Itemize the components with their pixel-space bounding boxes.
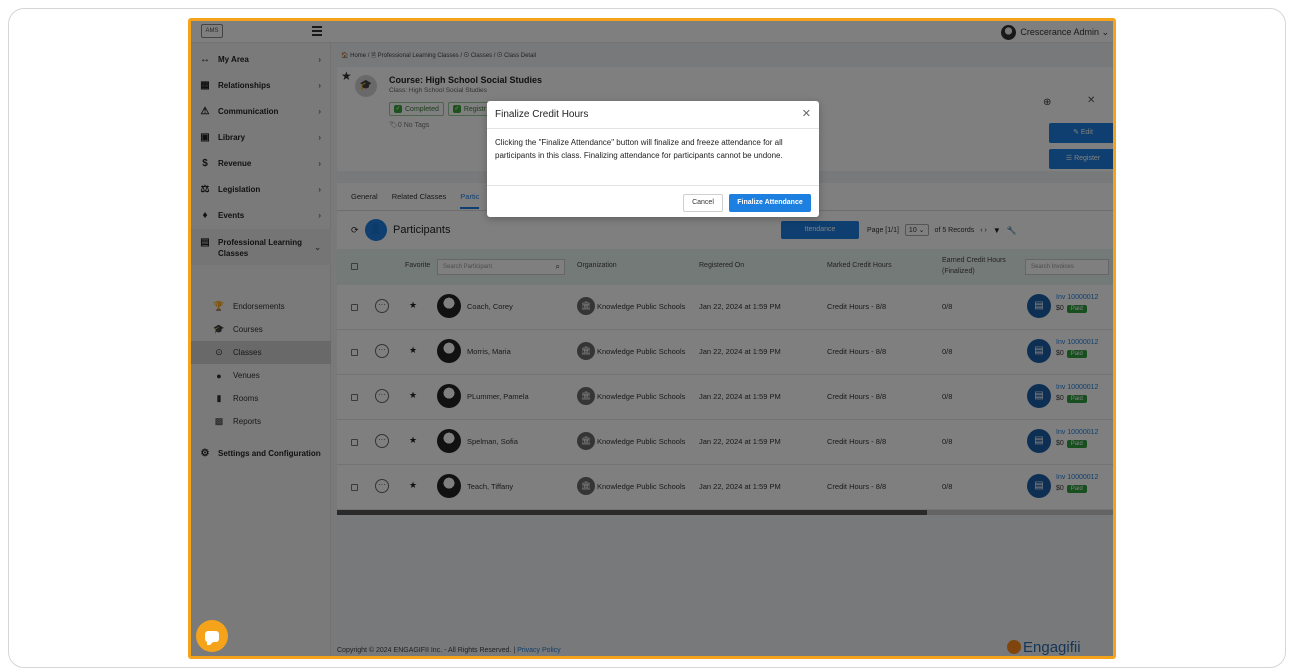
- cancel-button[interactable]: Cancel: [683, 194, 723, 212]
- dialog-message: Clicking the "Finalize Attendance" butto…: [495, 138, 783, 160]
- dialog-header: Finalize Credit Hours ✕: [487, 101, 819, 129]
- close-icon[interactable]: ✕: [802, 107, 811, 120]
- chat-bubble-icon: [205, 630, 219, 645]
- app-window: AMS Crescerance Admin ⌄ ↔My Area› ▦Relat…: [188, 18, 1116, 659]
- dialog-footer: Cancel Finalize Attendance: [487, 185, 819, 217]
- finalize-attendance-button[interactable]: Finalize Attendance: [729, 194, 811, 212]
- dialog-title: Finalize Credit Hours: [495, 109, 589, 120]
- chat-button[interactable]: [196, 620, 228, 652]
- finalize-credit-hours-dialog: Finalize Credit Hours ✕ Clicking the "Fi…: [487, 101, 819, 217]
